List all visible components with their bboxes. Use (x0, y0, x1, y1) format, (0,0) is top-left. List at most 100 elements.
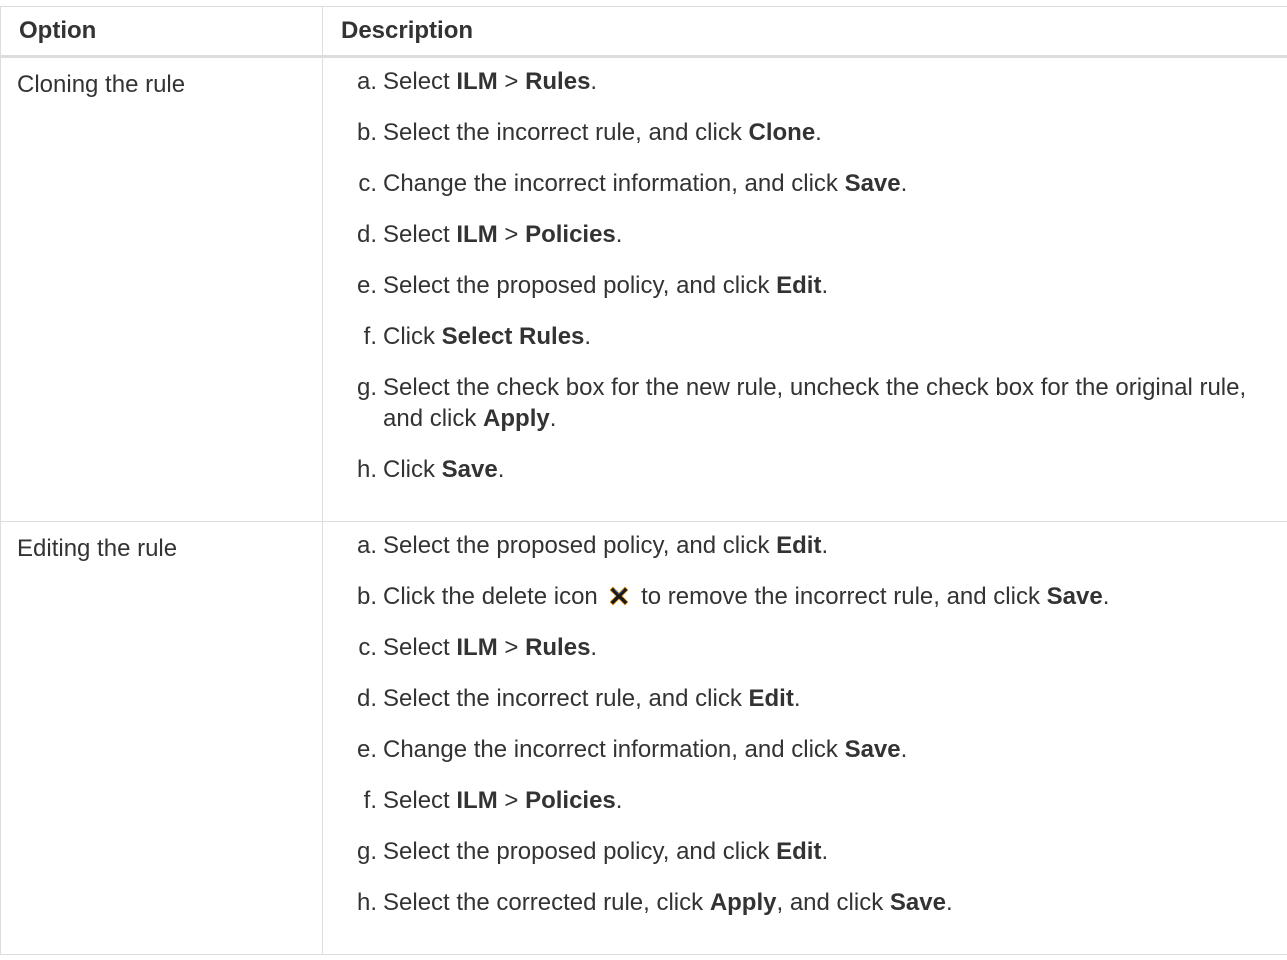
ui-term: Save (844, 736, 901, 763)
step-marker: g. (356, 838, 377, 865)
list-item: h. Click Save. (323, 454, 1287, 485)
step-marker: h. (356, 889, 377, 916)
step-text: , and click (776, 889, 890, 916)
ui-term: ILM (456, 634, 498, 661)
step-text: . (821, 838, 829, 865)
ui-term: Apply (709, 889, 777, 916)
step-text: Change the incorrect information, and cl… (383, 736, 845, 763)
list-item: b. Select the incorrect rule, and click C… (323, 117, 1287, 148)
list-item: c. Select ILM > Rules. (323, 632, 1287, 663)
ui-term: Edit (776, 272, 822, 299)
step-text: Select (383, 787, 457, 814)
delete-x-icon (610, 586, 629, 606)
step-marker: a. (356, 68, 377, 95)
step-marker: e. (356, 736, 377, 763)
step-marker: a. (356, 532, 377, 559)
ui-term: Select Rules (441, 323, 585, 350)
step-text: . (900, 736, 908, 763)
step-text: Click (383, 456, 442, 483)
step-text: . (945, 889, 953, 916)
step-text: . (793, 685, 801, 712)
ui-term: Policies (525, 787, 616, 814)
step-text: Select the corrected rule, click (383, 889, 710, 916)
step-text: Click (383, 323, 442, 350)
step-text: . (821, 532, 829, 559)
list-item: a. Select the proposed policy, and click … (323, 530, 1287, 561)
step-text: . (900, 170, 908, 197)
step-text: . (615, 221, 623, 248)
header-description: Description (322, 6, 1287, 58)
step-text: . (615, 787, 623, 814)
list-item: b. Click the delete icon to remove the in… (323, 581, 1287, 612)
list-item: e. Change the incorrect information, and … (323, 734, 1287, 765)
step-text: Select the proposed policy, and click (383, 838, 777, 865)
step-text: Change the incorrect information, and cl… (383, 170, 845, 197)
step-marker: c. (358, 634, 377, 661)
step-text: . (1102, 583, 1110, 610)
ui-term: Save (889, 889, 946, 916)
step-marker: f. (363, 787, 377, 814)
list-item: c. Change the incorrect information, and … (323, 168, 1287, 199)
description-cell: a. Select ILM > Rules. b. Select the incorr… (322, 56, 1287, 522)
list-item: f. Click Select Rules. (323, 321, 1287, 352)
step-text: . (584, 323, 592, 350)
step-text: Select the incorrect rule, and click (383, 119, 749, 146)
ui-term: ILM (456, 68, 498, 95)
ui-term: Save (1046, 583, 1103, 610)
ui-term: Edit (776, 532, 822, 559)
list-item: g. Select the check box for the new rule,… (323, 372, 1287, 434)
step-text: . (815, 119, 822, 146)
step-text: > (497, 634, 526, 661)
list-item: f. Select ILM > Policies. (323, 785, 1287, 816)
step-text: Select (383, 68, 457, 95)
step-marker: e. (356, 272, 377, 299)
ui-term: Edit (748, 685, 794, 712)
step-text: Click the delete icon (383, 583, 605, 610)
step-text: . (549, 405, 557, 432)
step-marker: b. (356, 583, 377, 610)
step-text: > (497, 787, 526, 814)
ui-term: Clone (748, 119, 816, 146)
list-item: g. Select the proposed policy, and click … (323, 836, 1287, 867)
ui-term: Rules (525, 634, 591, 661)
step-marker: d. (356, 221, 377, 248)
step-text: Select the proposed policy, and click (383, 272, 777, 299)
list-item: d. Select ILM > Policies. (323, 219, 1287, 250)
step-text: . (821, 272, 829, 299)
step-marker: f. (363, 323, 377, 350)
steps-list: a. Select ILM > Rules. b. Select the incorr… (323, 58, 1287, 521)
ui-term: Save (441, 456, 498, 483)
step-text: to remove the incorrect rule, and click (641, 583, 1047, 610)
step-text: > (497, 221, 526, 248)
step-text: . (590, 68, 598, 95)
ui-term: ILM (456, 221, 498, 248)
list-item: d. Select the incorrect rule, and click E… (323, 683, 1287, 714)
ui-term: Policies (525, 221, 616, 248)
ui-term: Edit (776, 838, 822, 865)
table-row: Editing the rule a. Select the proposed po… (0, 521, 1287, 955)
step-text: Select the incorrect rule, and click (383, 685, 749, 712)
steps-list: a. Select the proposed policy, and click … (323, 522, 1287, 954)
list-item: e. Select the proposed policy, and click … (323, 270, 1287, 301)
step-marker: c. (358, 170, 377, 197)
step-text: . (497, 456, 505, 483)
table-body: Cloning the rule a. Select ILM > Rules. b. S… (0, 56, 1287, 955)
step-text: Select (383, 634, 457, 661)
step-text: . (590, 634, 598, 661)
list-item: a. Select ILM > Rules. (323, 66, 1287, 97)
list-item: h. Select the corrected rule, click Apply… (323, 887, 1287, 918)
step-marker: d. (356, 685, 377, 712)
step-marker: b. (356, 119, 377, 146)
option-cell: Editing the rule (0, 521, 323, 955)
ui-term: Rules (525, 68, 591, 95)
table-row: Cloning the rule a. Select ILM > Rules. b. S… (0, 56, 1287, 522)
ui-term: Save (844, 170, 901, 197)
header-option: Option (0, 6, 323, 58)
step-marker: g. (356, 374, 377, 401)
description-cell: a. Select the proposed policy, and click … (322, 521, 1287, 955)
step-text: > (497, 68, 526, 95)
step-marker: h. (356, 456, 377, 483)
ui-term: ILM (456, 787, 498, 814)
step-text: Select (383, 221, 457, 248)
step-text: Select the proposed policy, and click (383, 532, 777, 559)
